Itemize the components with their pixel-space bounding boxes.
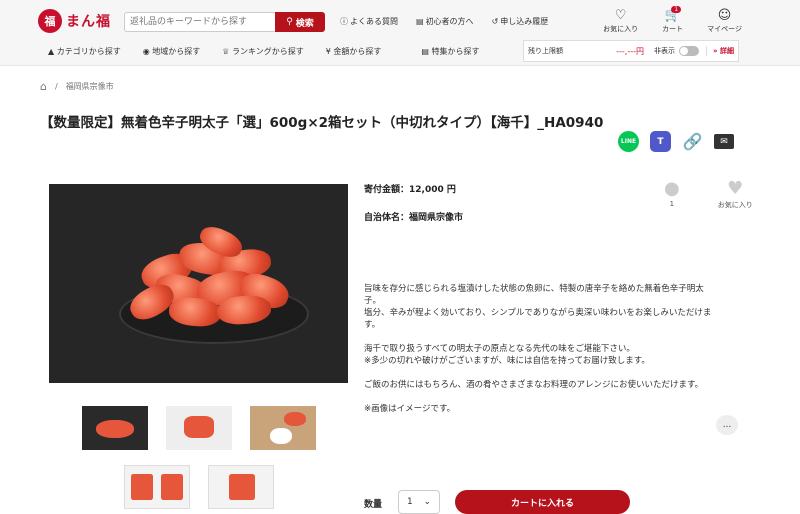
add-to-cart-button[interactable]: カートに入れる	[455, 490, 630, 514]
beginner-link[interactable]: ▤ 初心者の方へ	[416, 16, 474, 27]
thumbnail-row-2	[124, 465, 274, 509]
cart-badge: 1	[671, 6, 682, 13]
search-icon: ⚲	[286, 17, 293, 27]
mypage-button[interactable]: ☺ マイページ	[707, 8, 742, 34]
page-title: 【数量限定】無着色辛子明太子「選」600g×2箱セット（中切れタイプ）【海千】_…	[40, 115, 604, 131]
heart-icon: ♥	[727, 178, 744, 199]
municipality-name: 自治体名：福岡県宗像市	[364, 213, 464, 223]
history-link-label: 申し込み履歴	[500, 17, 549, 26]
thumbnail-5[interactable]	[208, 465, 274, 509]
comment-icon: ●	[664, 178, 680, 199]
search-input[interactable]	[124, 12, 275, 32]
teams-share-icon[interactable]: T	[650, 131, 671, 152]
thumbnail-row-1	[82, 406, 316, 450]
mail-share-icon[interactable]: ✉	[714, 134, 734, 149]
quantity-value: 1	[407, 497, 413, 507]
hide-label: 非表示	[654, 47, 675, 55]
search-button-label: 検索	[295, 18, 314, 29]
mypage-label: マイページ	[707, 25, 742, 33]
roe-shape	[229, 474, 255, 500]
nav-category[interactable]: ▲ カテゴリから探す	[48, 46, 121, 57]
heart-icon: ♡	[614, 8, 627, 23]
description-paragraph: 海千で取り扱うすべての明太子の原点となる先代の味をご堪能下さい。 ※多少の切れや…	[364, 344, 650, 366]
more-button[interactable]: ...	[716, 415, 738, 435]
feature-icon: ▤	[421, 47, 432, 56]
nav-feature[interactable]: ▤ 特集から探す	[421, 46, 479, 57]
beginner-link-label: 初心者の方へ	[425, 17, 474, 26]
breadcrumb-item[interactable]: 福岡県宗像市	[66, 81, 114, 92]
favorites-button[interactable]: ♡ お気に入り	[603, 8, 638, 34]
quantity-label: 数量	[364, 500, 383, 510]
thumbnail-3[interactable]	[250, 406, 316, 450]
search-bar: ⚲ 検索	[124, 12, 325, 32]
search-button[interactable]: ⚲ 検索	[275, 12, 325, 32]
rice-shape	[270, 428, 292, 444]
roe-shape	[96, 420, 134, 438]
cart-label: カート	[662, 25, 684, 33]
limit-amount: ---,---円	[616, 46, 644, 56]
logo-text: まん福	[66, 14, 111, 30]
question-icon: ⓘ	[340, 17, 348, 26]
crown-icon: ♕	[222, 47, 232, 56]
breadcrumb: ⌂ / 福岡県宗像市	[40, 80, 114, 93]
pin-icon: ◉	[142, 47, 153, 56]
donation-amount: 寄付金額：12,000 円	[364, 185, 456, 195]
description-paragraph: ※画像はイメージです。	[364, 404, 456, 414]
roe-shape	[131, 474, 153, 500]
nav-region-label: 地域から探す	[152, 47, 201, 56]
breadcrumb-separator: /	[54, 82, 58, 91]
cart-button[interactable]: 🛒 1 カート	[662, 6, 684, 34]
book-icon: ▤	[416, 17, 424, 26]
site-logo[interactable]: 福 まん福	[38, 9, 111, 33]
roe-shape	[161, 474, 183, 500]
nav-amount-label: 金額から探す	[333, 47, 382, 56]
share-icons: LINE T 🔗 ✉	[618, 131, 734, 152]
nav-amount[interactable]: ¥ 金額から探す	[326, 46, 382, 57]
nav-row: ▲ カテゴリから探す ◉ 地域から探す ♕ ランキングから探す ¥ 金額から探す…	[48, 46, 479, 57]
roe-shape	[184, 416, 214, 438]
product-description: 旨味を存分に感じられる塩漬けした状態の魚卵に、特製の唐辛子を絡めた無着色辛子明太…	[364, 283, 720, 427]
quantity-select[interactable]: 1 ⌄	[398, 490, 440, 514]
description-paragraph: ご飯のお供にはもちろん、酒の肴やさまざまなお料理のアレンジにお使いいただけます。	[364, 380, 704, 390]
home-icon[interactable]: ⌂	[40, 80, 47, 93]
site-header: 福 まん福 ⚲ 検索 ⓘよくある質問 ▤初心者の方へ ↺申し込み履歴 ♡ お気に…	[0, 0, 800, 66]
favorites-label: お気に入り	[603, 25, 639, 33]
counters: ● 1 ♥ お気に入り	[664, 178, 753, 210]
comment-counter[interactable]: ● 1	[664, 178, 680, 210]
line-share-icon[interactable]: LINE	[618, 131, 639, 152]
history-link[interactable]: ↺ 申し込み履歴	[492, 16, 549, 27]
thumbnail-2[interactable]	[166, 406, 232, 450]
nav-ranking[interactable]: ♕ ランキングから探す	[222, 46, 303, 57]
limit-label: 残り上限額	[528, 47, 563, 55]
limit-detail-link[interactable]: » 詳細	[706, 46, 734, 56]
faq-link[interactable]: ⓘ よくある質問	[340, 16, 398, 27]
nav-ranking-label: ランキングから探す	[231, 47, 304, 56]
nav-region[interactable]: ◉ 地域から探す	[143, 46, 201, 57]
category-icon: ▲	[48, 47, 57, 56]
link-copy-icon[interactable]: 🔗	[682, 131, 703, 152]
header-icons: ♡ お気に入り 🛒 1 カート ☺ マイページ	[603, 6, 742, 34]
chevron-down-icon: ⌄	[423, 497, 431, 507]
product-main-image[interactable]	[49, 184, 348, 383]
nav-feature-label: 特集から探す	[431, 47, 480, 56]
favorite-label: お気に入り	[717, 201, 753, 209]
user-icon: ☺	[717, 8, 732, 23]
nav-category-label: カテゴリから探す	[56, 47, 121, 56]
top-links: ⓘ よくある質問 ▤ 初心者の方へ ↺ 申し込み履歴	[340, 16, 548, 27]
donation-limit-box: 残り上限額 ---,---円 非表示 » 詳細	[523, 40, 739, 62]
limit-detail-label: 詳細	[720, 47, 734, 55]
thumbnail-1[interactable]	[82, 406, 148, 450]
history-icon: ↺	[491, 17, 499, 26]
favorite-button[interactable]: ♥ お気に入り	[718, 178, 753, 210]
hide-toggle[interactable]	[679, 46, 699, 56]
description-paragraph: 旨味を存分に感じられる塩漬けした状態の魚卵に、特製の唐辛子を絡めた無着色辛子明太…	[364, 284, 712, 330]
thumbnail-4[interactable]	[124, 465, 190, 509]
faq-link-label: よくある質問	[350, 17, 398, 26]
logo-mark: 福	[38, 9, 62, 33]
roe-shape	[284, 412, 306, 426]
comment-count: 1	[669, 200, 675, 208]
